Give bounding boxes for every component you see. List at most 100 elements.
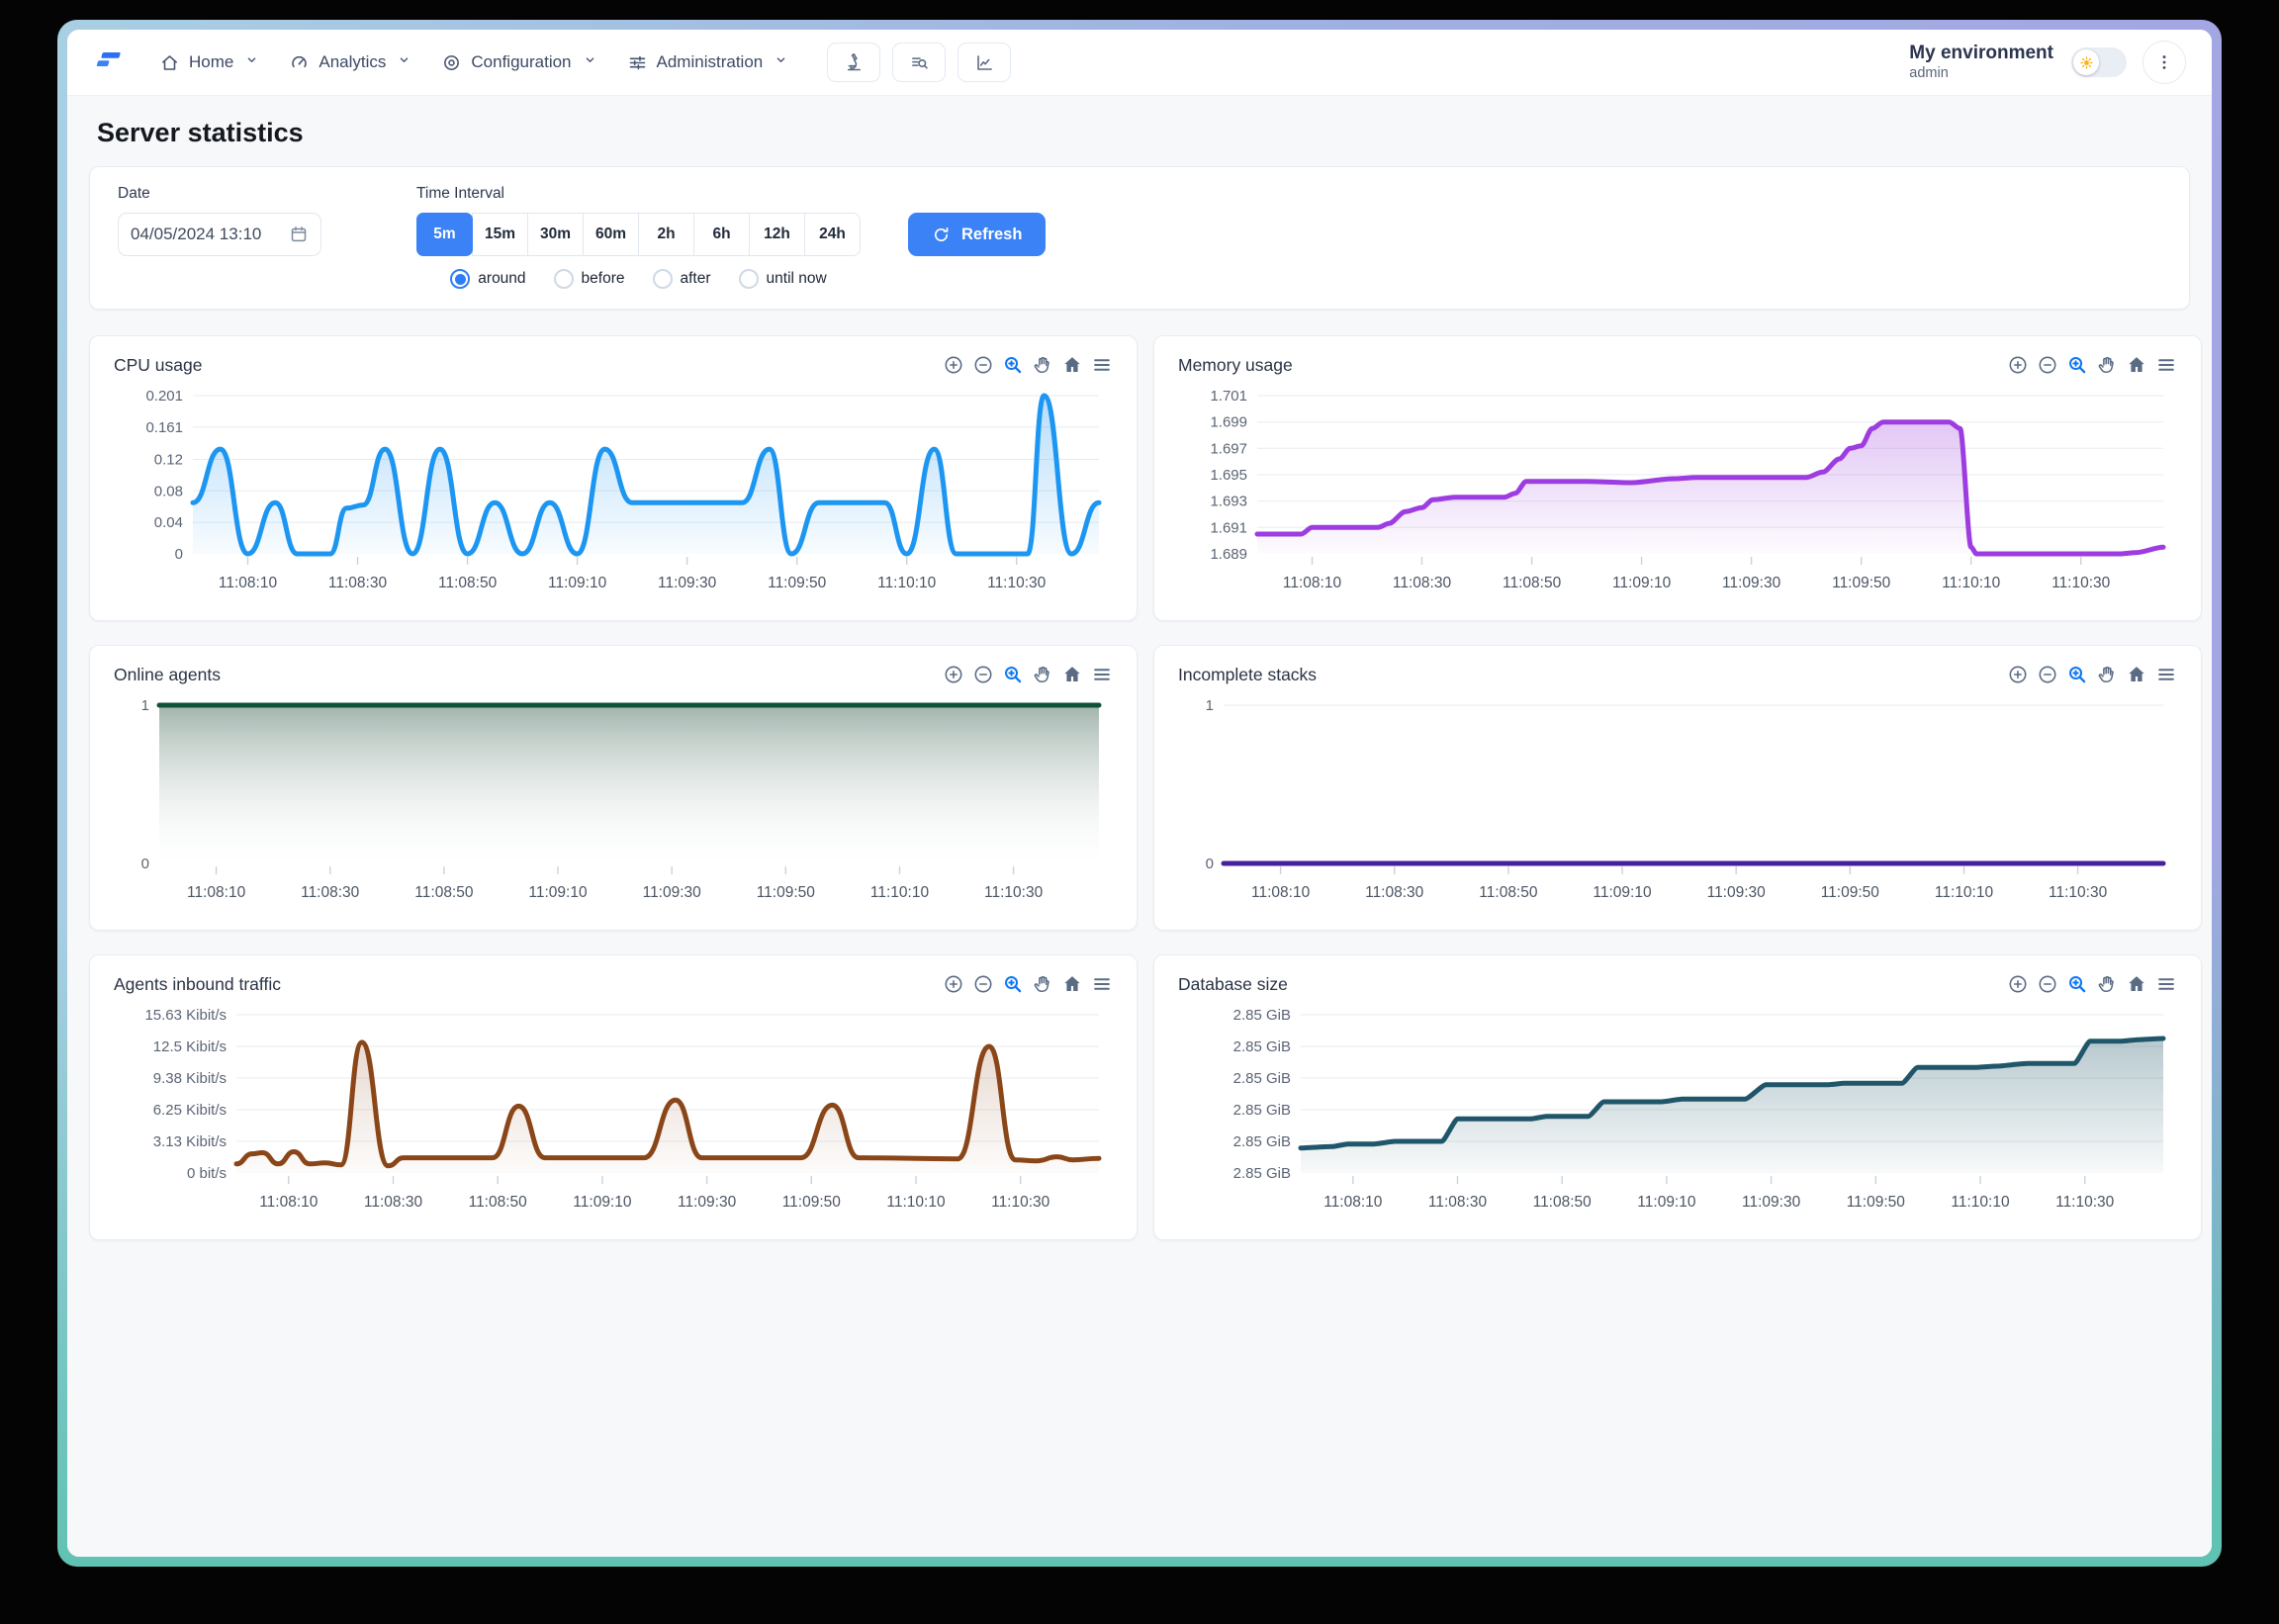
svg-text:11:09:50: 11:09:50 bbox=[1832, 575, 1891, 591]
svg-text:6.25 Kibit/s: 6.25 Kibit/s bbox=[153, 1102, 227, 1119]
interval-6h[interactable]: 6h bbox=[693, 213, 750, 256]
chart-pan-hand-icon[interactable] bbox=[1032, 664, 1053, 685]
interval-2h[interactable]: 2h bbox=[638, 213, 694, 256]
chart-menu-icon[interactable] bbox=[2155, 973, 2177, 995]
interval-12h[interactable]: 12h bbox=[749, 213, 805, 256]
chart-menu-icon[interactable] bbox=[2155, 664, 2177, 685]
chart-home-icon[interactable] bbox=[2126, 664, 2147, 685]
chart-toolbar bbox=[2007, 973, 2177, 995]
zoom-out-icon bbox=[2037, 973, 2058, 995]
chart-pan-hand-icon[interactable] bbox=[2096, 664, 2118, 685]
radio-icon[interactable] bbox=[739, 269, 759, 289]
svg-text:11:10:10: 11:10:10 bbox=[1951, 1194, 2010, 1211]
radio-icon[interactable] bbox=[653, 269, 673, 289]
svg-text:9.38 Kibit/s: 9.38 Kibit/s bbox=[153, 1070, 227, 1087]
chart-zoom-out-icon[interactable] bbox=[972, 973, 994, 995]
main-menu: HomeAnalyticsConfigurationAdministration bbox=[144, 43, 803, 82]
svg-text:11:10:30: 11:10:30 bbox=[991, 1194, 1050, 1211]
date-input[interactable]: 04/05/2024 13:10 bbox=[118, 213, 321, 256]
chart-pan-hand-icon[interactable] bbox=[2096, 354, 2118, 376]
chart-home-icon[interactable] bbox=[1061, 973, 1083, 995]
chart-pan-hand-icon[interactable] bbox=[1032, 973, 1053, 995]
nav-item-configuration[interactable]: Configuration bbox=[426, 43, 611, 82]
overflow-menu-button[interactable] bbox=[2142, 41, 2186, 84]
refresh-button[interactable]: Refresh bbox=[908, 213, 1046, 256]
chart-home-icon[interactable] bbox=[2126, 354, 2147, 376]
chart-zoom-in-icon[interactable] bbox=[2007, 973, 2029, 995]
chart-zoom-in-icon[interactable] bbox=[943, 973, 964, 995]
interval-30m[interactable]: 30m bbox=[527, 213, 584, 256]
log-search-icon bbox=[909, 52, 930, 73]
kebab-icon bbox=[2154, 52, 2174, 72]
chart-home-icon[interactable] bbox=[1061, 664, 1083, 685]
pan-hand-icon bbox=[1032, 664, 1053, 685]
chart-zoom-in-icon[interactable] bbox=[2007, 664, 2029, 685]
svg-text:11:08:10: 11:08:10 bbox=[1251, 884, 1311, 901]
chart-zoom-out-icon[interactable] bbox=[2037, 664, 2058, 685]
chart-home-icon[interactable] bbox=[1061, 354, 1083, 376]
chart-title: Database size bbox=[1178, 974, 1288, 995]
nav-item-analytics[interactable]: Analytics bbox=[274, 43, 426, 82]
mode-after[interactable]: after bbox=[653, 269, 711, 289]
chart-box-zoom-icon[interactable] bbox=[2066, 664, 2088, 685]
interval-24h[interactable]: 24h bbox=[804, 213, 861, 256]
chart-zoom-in-icon[interactable] bbox=[2007, 354, 2029, 376]
environment-user: admin bbox=[1909, 65, 2053, 81]
svg-text:11:09:10: 11:09:10 bbox=[548, 575, 607, 591]
chart-zoom-out-icon[interactable] bbox=[972, 664, 994, 685]
chart-pan-hand-icon[interactable] bbox=[1032, 354, 1053, 376]
menu-icon bbox=[2155, 354, 2177, 376]
chart-zoom-out-icon[interactable] bbox=[972, 354, 994, 376]
home-solid-icon bbox=[2126, 664, 2147, 685]
chart-menu-icon[interactable] bbox=[1091, 354, 1113, 376]
radio-icon[interactable] bbox=[450, 269, 470, 289]
chart-pan-hand-icon[interactable] bbox=[2096, 973, 2118, 995]
svg-text:11:10:30: 11:10:30 bbox=[987, 575, 1047, 591]
svg-text:11:08:50: 11:08:50 bbox=[1503, 575, 1562, 591]
svg-text:2.85 GiB: 2.85 GiB bbox=[1233, 1038, 1291, 1055]
profiler-button[interactable] bbox=[827, 43, 880, 82]
svg-text:11:09:10: 11:09:10 bbox=[1637, 1194, 1696, 1211]
chart-home-icon[interactable] bbox=[2126, 973, 2147, 995]
chart-box-zoom-icon[interactable] bbox=[1002, 973, 1024, 995]
chart-toolbar bbox=[2007, 664, 2177, 685]
chart-zoom-in-icon[interactable] bbox=[943, 354, 964, 376]
chart-box-zoom-icon[interactable] bbox=[1002, 354, 1024, 376]
chart-zoom-out-icon[interactable] bbox=[2037, 354, 2058, 376]
log-search-button[interactable] bbox=[892, 43, 946, 82]
svg-text:0.161: 0.161 bbox=[145, 419, 183, 436]
mode-before[interactable]: before bbox=[554, 269, 625, 289]
interval-60m[interactable]: 60m bbox=[583, 213, 639, 256]
nav-item-administration[interactable]: Administration bbox=[612, 43, 804, 82]
menu-icon bbox=[1091, 354, 1113, 376]
svg-text:11:10:30: 11:10:30 bbox=[2051, 575, 2111, 591]
svg-text:12.5 Kibit/s: 12.5 Kibit/s bbox=[153, 1038, 227, 1055]
chart-menu-icon[interactable] bbox=[1091, 973, 1113, 995]
theme-toggle[interactable] bbox=[2071, 47, 2127, 77]
chart-box-zoom-icon[interactable] bbox=[2066, 973, 2088, 995]
chart-box-zoom-icon[interactable] bbox=[1002, 664, 1024, 685]
radio-icon[interactable] bbox=[554, 269, 574, 289]
chart-menu-icon[interactable] bbox=[1091, 664, 1113, 685]
chart-zoom-out-icon[interactable] bbox=[2037, 973, 2058, 995]
chart-card-agents-inbound: Agents inbound traffic15.63 Kibit/s12.5 … bbox=[89, 954, 1138, 1240]
interval-5m[interactable]: 5m bbox=[416, 213, 473, 256]
svg-text:1.689: 1.689 bbox=[1210, 546, 1247, 563]
refresh-label: Refresh bbox=[961, 226, 1022, 244]
svg-text:11:09:10: 11:09:10 bbox=[528, 884, 588, 901]
mode-until-now[interactable]: until now bbox=[739, 269, 827, 289]
nav-item-home[interactable]: Home bbox=[144, 43, 274, 82]
mode-around[interactable]: around bbox=[450, 269, 525, 289]
chart-zoom-in-icon[interactable] bbox=[943, 664, 964, 685]
filter-panel: Date 04/05/2024 13:10 Time Interval bbox=[89, 166, 2190, 310]
agents-inbound-chart: 15.63 Kibit/s12.5 Kibit/s9.38 Kibit/s6.2… bbox=[114, 1001, 1113, 1226]
nav-right: My environment admin bbox=[1909, 41, 2186, 84]
environment-block: My environment admin bbox=[1909, 44, 2053, 82]
chart-box-zoom-icon[interactable] bbox=[2066, 354, 2088, 376]
chart-menu-icon[interactable] bbox=[2155, 354, 2177, 376]
box-zoom-icon bbox=[1002, 664, 1024, 685]
metrics-button[interactable] bbox=[957, 43, 1011, 82]
interval-15m[interactable]: 15m bbox=[472, 213, 528, 256]
menu-icon bbox=[1091, 973, 1113, 995]
brand-logo-icon[interactable] bbox=[93, 47, 123, 77]
